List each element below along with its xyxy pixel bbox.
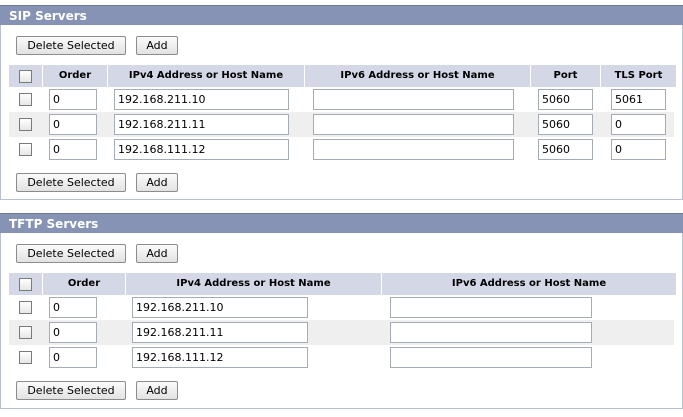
table-row: 0 192.168.211.10 5060 5061 [9, 87, 674, 112]
tftp-delete-selected-button[interactable]: Delete Selected [16, 244, 126, 263]
row-checkbox[interactable] [19, 143, 32, 156]
ipv6-input[interactable] [390, 322, 592, 343]
sip-col-port: Port [531, 65, 601, 87]
sip-table-header: Order IPv4 Address or Host Name IPv6 Add… [9, 65, 676, 87]
sip-delete-selected-button[interactable]: Delete Selected [16, 36, 126, 55]
ipv6-input[interactable] [313, 114, 514, 135]
tftp-col-order: Order [43, 273, 126, 295]
tftp-servers-table: Order IPv4 Address or Host Name IPv6 Add… [9, 273, 676, 370]
tftp-col-ipv4: IPv4 Address or Host Name [126, 273, 382, 295]
tftp-servers-section: TFTP Servers Delete Selected Add Order I… [0, 213, 683, 409]
tftp-table-header: Order IPv4 Address or Host Name IPv6 Add… [9, 273, 676, 295]
tls-port-input[interactable]: 5061 [611, 89, 666, 110]
row-checkbox[interactable] [19, 351, 32, 364]
ipv6-input[interactable] [313, 139, 514, 160]
tftp-col-ipv6: IPv6 Address or Host Name [382, 273, 676, 295]
tftp-add-button-bottom[interactable]: Add [136, 381, 178, 400]
order-input[interactable]: 0 [49, 89, 97, 110]
ipv4-input[interactable]: 192.168.111.12 [114, 139, 289, 160]
sip-servers-panel: Delete Selected Add Order IPv4 Address o… [0, 25, 683, 200]
table-row: 0 192.168.111.12 5060 0 [9, 137, 674, 162]
table-row: 0 192.168.211.11 5060 0 [9, 112, 674, 137]
sip-delete-selected-button-bottom[interactable]: Delete Selected [16, 173, 126, 192]
table-row: 0 192.168.111.12 [9, 345, 674, 370]
tftp-servers-title: TFTP Servers [0, 213, 683, 233]
tftp-add-button[interactable]: Add [136, 244, 178, 263]
sip-col-ipv6: IPv6 Address or Host Name [305, 65, 531, 87]
table-row: 0 192.168.211.10 [9, 295, 674, 320]
sip-select-all-checkbox[interactable] [19, 70, 32, 83]
tftp-select-all-checkbox[interactable] [19, 278, 32, 291]
sip-servers-title: SIP Servers [0, 5, 683, 25]
order-input[interactable]: 0 [49, 297, 97, 318]
tftp-servers-panel: Delete Selected Add Order IPv4 Address o… [0, 233, 683, 409]
tftp-select-all-header [9, 273, 43, 295]
ipv4-input[interactable]: 192.168.211.11 [132, 322, 308, 343]
ipv4-input[interactable]: 192.168.111.12 [132, 347, 308, 368]
sip-add-button-bottom[interactable]: Add [136, 173, 178, 192]
sip-select-all-header [9, 65, 43, 87]
port-input[interactable]: 5060 [538, 139, 593, 160]
row-checkbox[interactable] [19, 118, 32, 131]
sip-add-button[interactable]: Add [136, 36, 178, 55]
sip-servers-table: Order IPv4 Address or Host Name IPv6 Add… [9, 65, 676, 162]
table-row: 0 192.168.211.11 [9, 320, 674, 345]
row-checkbox[interactable] [19, 93, 32, 106]
order-input[interactable]: 0 [49, 347, 97, 368]
sip-col-order: Order [43, 65, 108, 87]
order-input[interactable]: 0 [49, 322, 97, 343]
port-input[interactable]: 5060 [538, 114, 593, 135]
ipv6-input[interactable] [313, 89, 514, 110]
sip-servers-section: SIP Servers Delete Selected Add Order IP… [0, 5, 683, 200]
ipv4-input[interactable]: 192.168.211.10 [114, 89, 289, 110]
tftp-delete-selected-button-bottom[interactable]: Delete Selected [16, 381, 126, 400]
ipv4-input[interactable]: 192.168.211.10 [132, 297, 308, 318]
ipv6-input[interactable] [390, 347, 592, 368]
ipv6-input[interactable] [390, 297, 592, 318]
row-checkbox[interactable] [19, 326, 32, 339]
ipv4-input[interactable]: 192.168.211.11 [114, 114, 289, 135]
order-input[interactable]: 0 [49, 114, 97, 135]
port-input[interactable]: 5060 [538, 89, 593, 110]
tls-port-input[interactable]: 0 [611, 114, 666, 135]
row-checkbox[interactable] [19, 301, 32, 314]
sip-col-ipv4: IPv4 Address or Host Name [108, 65, 305, 87]
tls-port-input[interactable]: 0 [611, 139, 666, 160]
order-input[interactable]: 0 [49, 139, 97, 160]
sip-col-tls-port: TLS Port [601, 65, 676, 87]
